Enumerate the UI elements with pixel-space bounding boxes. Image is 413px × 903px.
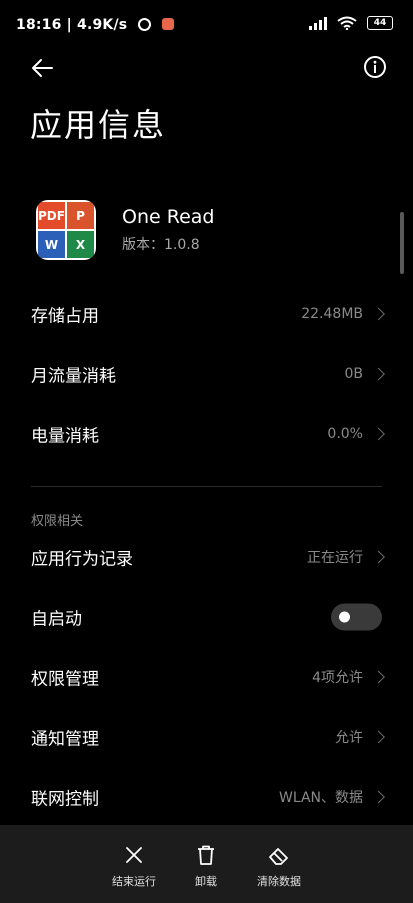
row-label: 电量消耗 (31, 426, 99, 447)
app-name: One Read (122, 206, 215, 228)
row-permissions[interactable]: 权限管理 4项允许 (0, 647, 413, 707)
battery-icon: 44 (367, 16, 393, 30)
action-label: 结束运行 (112, 875, 156, 888)
clear-data-button[interactable]: 清除数据 (251, 843, 307, 889)
row-label: 应用行为记录 (31, 549, 133, 570)
row-value: 4项允许 (312, 670, 363, 686)
close-icon (126, 847, 142, 863)
wifi-icon (337, 16, 357, 30)
row-value: 0.0% (327, 426, 363, 442)
info-icon[interactable] (363, 55, 387, 79)
bottom-action-bar: 结束运行 卸载 清除数据 (0, 825, 413, 903)
row-data-usage[interactable]: 月流量消耗 0B (0, 344, 413, 404)
status-left: 18:16 | 4.9K/s (16, 17, 175, 33)
signal-icon (309, 16, 327, 30)
chevron-right-icon (372, 427, 385, 441)
eraser-icon (269, 848, 288, 865)
autostart-toggle[interactable] (331, 603, 382, 631)
action-label: 卸载 (195, 875, 217, 888)
row-label: 月流量消耗 (31, 366, 116, 387)
app-version: 版本：1.0.8 (122, 237, 200, 253)
row-value: 正在运行 (307, 550, 363, 566)
row-notifications[interactable]: 通知管理 允许 (0, 707, 413, 767)
chevron-right-icon (372, 307, 385, 321)
page-title: 应用信息 (30, 106, 167, 144)
row-autostart: 自启动 (0, 587, 413, 647)
row-value: 0B (344, 366, 363, 382)
alarm-icon (138, 18, 152, 31)
status-time-speed: 18:16 | 4.9K/s (16, 17, 128, 33)
row-app-behavior[interactable]: 应用行为记录 正在运行 (0, 527, 413, 587)
divider (31, 486, 382, 487)
row-value: 允许 (335, 730, 363, 746)
uninstall-button[interactable]: 卸载 (186, 843, 226, 889)
chevron-right-icon (372, 367, 385, 381)
notification-app-icon (162, 18, 175, 30)
row-value: WLAN、数据 (278, 790, 363, 806)
chevron-right-icon (372, 730, 385, 744)
chevron-right-icon (372, 670, 385, 684)
status-bar: 18:16 | 4.9K/s 44 (0, 0, 413, 48)
row-label: 通知管理 (31, 729, 99, 750)
force-stop-button[interactable]: 结束运行 (106, 843, 162, 889)
chevron-right-icon (372, 550, 385, 564)
scrollbar[interactable] (400, 212, 404, 274)
row-network-control[interactable]: 联网控制 WLAN、数据 (0, 767, 413, 827)
row-storage[interactable]: 存储占用 22.48MB (0, 284, 413, 344)
app-header: PDF P W X One Read 版本：1.0.8 (36, 200, 376, 260)
top-bar (0, 48, 413, 88)
row-label: 自启动 (31, 609, 82, 630)
row-label: 存储占用 (31, 306, 99, 327)
back-arrow-icon[interactable] (28, 54, 56, 82)
action-label: 清除数据 (257, 875, 301, 888)
chevron-right-icon (372, 790, 385, 804)
row-battery-usage[interactable]: 电量消耗 0.0% (0, 404, 413, 464)
status-right: 44 (309, 16, 393, 30)
app-icon: PDF P W X (36, 200, 96, 260)
row-label: 联网控制 (31, 789, 99, 810)
row-label: 权限管理 (31, 669, 99, 690)
row-value: 22.48MB (301, 306, 363, 322)
toggle-knob (339, 611, 350, 623)
trash-icon (198, 845, 214, 865)
